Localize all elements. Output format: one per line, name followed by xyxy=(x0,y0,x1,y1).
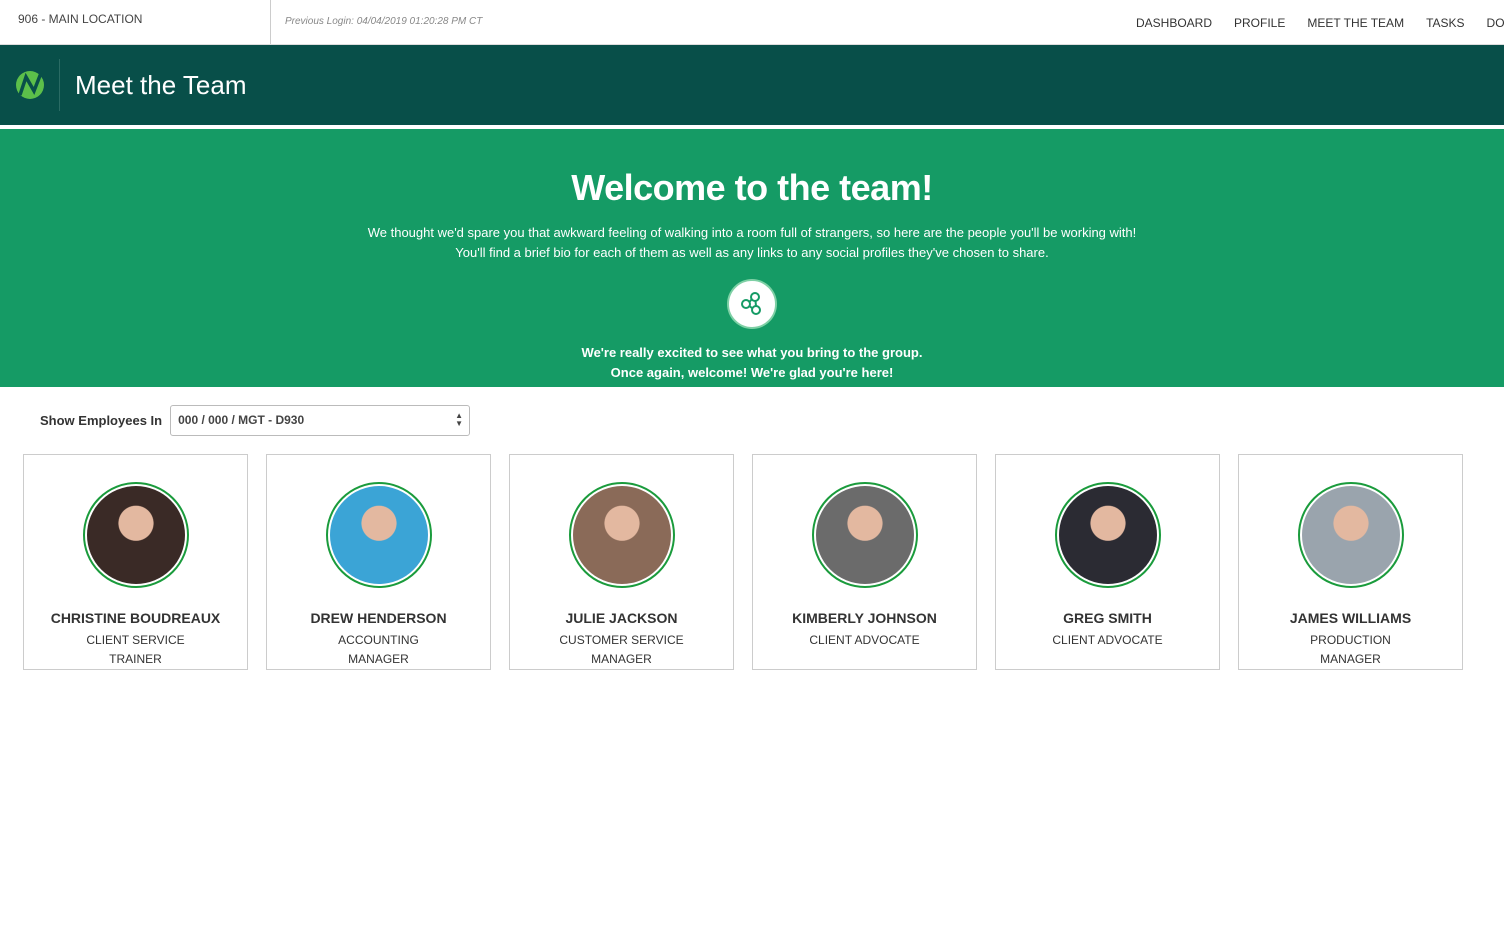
team-member-card[interactable]: GREG SMITH CLIENT ADVOCATE xyxy=(995,454,1220,670)
share-icon xyxy=(729,281,775,327)
logo-icon[interactable] xyxy=(0,59,60,111)
member-role: CLIENT ADVOCATE xyxy=(809,633,920,647)
team-member-card[interactable]: KIMBERLY JOHNSON CLIENT ADVOCATE xyxy=(752,454,977,670)
nav-dashboard[interactable]: DASHBOARD xyxy=(1136,16,1212,30)
team-list: CHRISTINE BOUDREAUX CLIENT SERVICE TRAIN… xyxy=(0,454,1504,670)
employee-filter: Show Employees In 000 / 000 / MGT - D930… xyxy=(0,387,1504,454)
welcome-text-2: You'll find a brief bio for each of them… xyxy=(455,245,1049,260)
welcome-text-1: We thought we'd spare you that awkward f… xyxy=(367,225,1137,240)
welcome-text-3: We're really excited to see what you bri… xyxy=(581,345,923,360)
team-member-card[interactable]: JAMES WILLIAMS PRODUCTION MANAGER xyxy=(1238,454,1463,670)
avatar xyxy=(1297,482,1404,588)
member-name: DREW HENDERSON xyxy=(310,610,447,626)
avatar xyxy=(811,482,918,588)
top-bar: 906 - MAIN LOCATION Previous Login: 04/0… xyxy=(0,0,1504,45)
avatar xyxy=(82,482,189,588)
department-select-value: 000 / 000 / MGT - D930 xyxy=(178,413,305,427)
welcome-heading: Welcome to the team! xyxy=(571,167,933,208)
main-nav: DASHBOARD PROFILE MEET THE TEAM TASKS DO… xyxy=(1124,0,1504,45)
member-role: CUSTOMER SERVICE MANAGER xyxy=(559,633,684,666)
avatar xyxy=(1054,482,1161,588)
avatar xyxy=(568,482,675,588)
previous-login: Previous Login: 04/04/2019 01:20:28 PM C… xyxy=(285,16,483,27)
location-label[interactable]: 906 - MAIN LOCATION xyxy=(0,0,271,44)
member-role: CLIENT ADVOCATE xyxy=(1052,633,1163,647)
member-name: JAMES WILLIAMS xyxy=(1289,610,1412,626)
member-role: ACCOUNTING MANAGER xyxy=(338,633,419,666)
page-title: Meet the Team xyxy=(75,69,247,100)
member-role: PRODUCTION MANAGER xyxy=(1310,633,1391,666)
page-header: Meet the Team xyxy=(0,45,1504,129)
member-role: CLIENT SERVICE TRAINER xyxy=(86,633,185,666)
welcome-text-4: Once again, welcome! We're glad you're h… xyxy=(610,365,894,380)
select-arrows-icon: ▲ ▼ xyxy=(455,411,464,428)
member-name: GREG SMITH xyxy=(1063,610,1152,626)
nav-tasks[interactable]: TASKS xyxy=(1426,16,1464,30)
nav-documents[interactable]: DOCUMENTS xyxy=(1487,16,1504,30)
nav-meet-the-team[interactable]: MEET THE TEAM xyxy=(1307,16,1404,30)
team-member-card[interactable]: DREW HENDERSON ACCOUNTING MANAGER xyxy=(266,454,491,670)
member-name: CHRISTINE BOUDREAUX xyxy=(50,610,221,626)
welcome-banner: Welcome to the team! We thought we'd spa… xyxy=(0,129,1504,387)
member-name: KIMBERLY JOHNSON xyxy=(792,610,937,626)
nav-profile[interactable]: PROFILE xyxy=(1234,16,1285,30)
filter-label: Show Employees In xyxy=(40,413,163,428)
team-member-card[interactable]: CHRISTINE BOUDREAUX CLIENT SERVICE TRAIN… xyxy=(23,454,248,670)
team-member-card[interactable]: JULIE JACKSON CUSTOMER SERVICE MANAGER xyxy=(509,454,734,670)
department-select[interactable]: 000 / 000 / MGT - D930 ▲ ▼ xyxy=(170,405,471,436)
member-name: JULIE JACKSON xyxy=(565,610,678,626)
avatar xyxy=(325,482,432,588)
